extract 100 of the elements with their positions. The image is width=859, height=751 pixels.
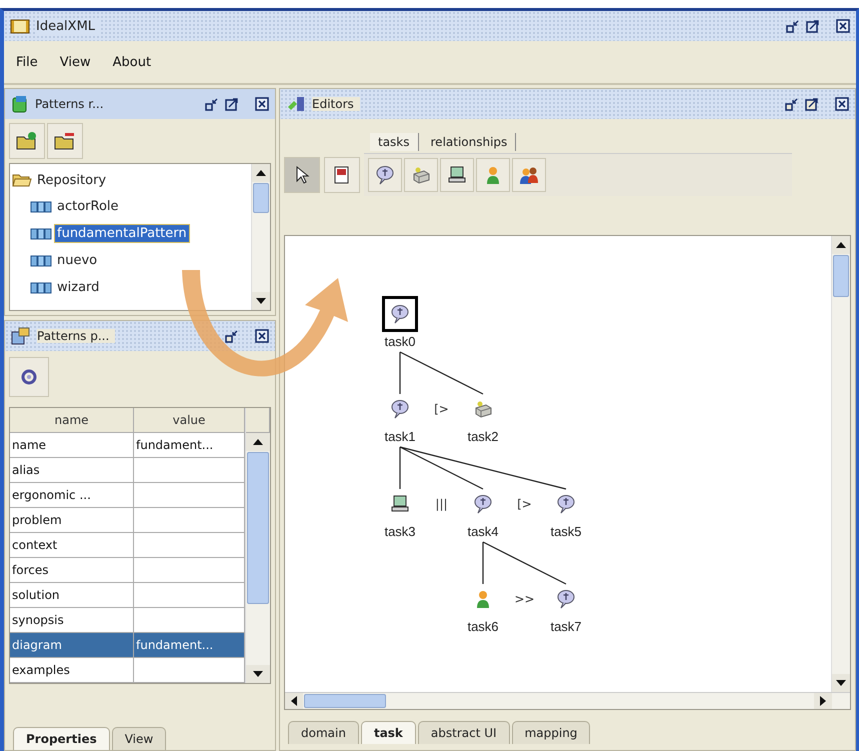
remove-folder-button[interactable]: [47, 123, 83, 159]
tab[interactable]: relationships: [422, 133, 516, 151]
operator-label: [>: [434, 402, 449, 416]
maximize-icon[interactable]: [806, 19, 820, 33]
minimize-icon[interactable]: [786, 19, 800, 33]
tool-button[interactable]: [284, 157, 320, 193]
scroll-button[interactable]: [252, 292, 270, 310]
tree-item[interactable]: wizard: [55, 279, 102, 296]
scroll-up-icon[interactable]: [836, 242, 846, 248]
close-icon[interactable]: [835, 97, 849, 111]
table-cell[interactable]: fundament...: [134, 633, 245, 658]
palette-button[interactable]: [512, 158, 546, 192]
tab[interactable]: View: [112, 727, 166, 750]
scroll-left-icon[interactable]: [291, 696, 297, 706]
task-label: task1: [384, 429, 416, 444]
scrollbar[interactable]: [285, 692, 850, 709]
palette-button[interactable]: [440, 158, 474, 192]
scroll-right-icon[interactable]: [820, 696, 826, 706]
scroll-button[interactable]: [832, 674, 850, 692]
tree-item[interactable]: Repository: [35, 172, 108, 188]
scroll-up-icon[interactable]: [253, 439, 263, 445]
menu-item[interactable]: View: [60, 54, 91, 70]
minimize-icon[interactable]: [785, 97, 799, 111]
scroll-button[interactable]: [246, 665, 270, 683]
table-cell[interactable]: [134, 558, 245, 583]
scroll-button[interactable]: [832, 236, 850, 254]
tab[interactable]: abstract UI: [418, 721, 510, 744]
scroll-button[interactable]: [285, 693, 303, 709]
refresh-button[interactable]: [9, 357, 49, 397]
table-cell[interactable]: [134, 458, 245, 483]
tab[interactable]: domain: [288, 721, 359, 744]
panel-title: Editors: [312, 97, 360, 111]
column-header: [246, 408, 270, 433]
table-cell[interactable]: diagram: [10, 633, 134, 658]
close-icon[interactable]: [255, 329, 269, 343]
scroll-up-icon[interactable]: [256, 170, 266, 176]
table-cell[interactable]: [134, 533, 245, 558]
scrollbar-thumb[interactable]: [253, 183, 269, 213]
pattern-icon: [30, 254, 52, 268]
close-icon[interactable]: [255, 97, 269, 111]
table-cell[interactable]: [134, 508, 245, 533]
task-label: task2: [467, 429, 499, 444]
scroll-down-icon[interactable]: [256, 298, 266, 304]
task-label: task6: [467, 619, 499, 634]
tree-item[interactable]: fundamentalPattern: [55, 225, 189, 242]
scrollbar-thumb[interactable]: [247, 452, 269, 604]
scroll-down-icon[interactable]: [253, 671, 263, 677]
task-node[interactable]: [382, 296, 418, 332]
scrollbar-thumb[interactable]: [304, 694, 386, 708]
table-cell[interactable]: alias: [10, 458, 134, 483]
scrollbar[interactable]: [251, 164, 270, 310]
menu-item[interactable]: About: [112, 54, 152, 70]
close-icon[interactable]: [836, 19, 850, 33]
book-icon: [10, 18, 30, 34]
scrollbar[interactable]: [831, 236, 850, 692]
tab[interactable]: tasks: [370, 133, 419, 151]
table-cell[interactable]: [134, 483, 245, 508]
editors-icon: [286, 95, 306, 113]
table-cell[interactable]: context: [10, 533, 134, 558]
table-cell[interactable]: examples: [10, 658, 134, 683]
tree-item[interactable]: actorRole: [55, 198, 121, 215]
computer-icon: [390, 494, 410, 514]
table-cell[interactable]: forces: [10, 558, 134, 583]
minimize-icon[interactable]: [205, 97, 219, 111]
scroll-button[interactable]: [252, 164, 270, 182]
open-folder-button[interactable]: [9, 123, 45, 159]
tab[interactable]: Properties: [13, 727, 110, 750]
tree-item[interactable]: nuevo: [55, 252, 100, 269]
maximize-icon[interactable]: [805, 97, 819, 111]
scroll-button[interactable]: [246, 433, 270, 451]
column-header[interactable]: name: [10, 408, 134, 433]
table-cell[interactable]: name: [10, 433, 134, 458]
table-cell[interactable]: problem: [10, 508, 134, 533]
tab[interactable]: task: [360, 721, 416, 744]
tool-button[interactable]: [324, 157, 360, 193]
table-cell[interactable]: [134, 583, 245, 608]
palette-button[interactable]: [368, 158, 402, 192]
pattern-icon: [30, 226, 52, 240]
minimize-icon[interactable]: [225, 329, 239, 343]
machine-icon: [473, 399, 493, 419]
menu-item[interactable]: File: [16, 54, 38, 70]
repository-icon: [11, 95, 29, 113]
window-title: IdealXML: [36, 18, 102, 34]
scrollbar[interactable]: [245, 408, 270, 683]
scroll-button[interactable]: [814, 693, 832, 709]
speech-bubble-icon: [556, 589, 576, 609]
table-cell[interactable]: fundament...: [134, 433, 245, 458]
maximize-icon[interactable]: [225, 97, 239, 111]
table-cell[interactable]: solution: [10, 583, 134, 608]
palette-button[interactable]: [404, 158, 438, 192]
table-cell[interactable]: [134, 608, 245, 633]
table-cell[interactable]: ergonomic ...: [10, 483, 134, 508]
table-cell[interactable]: [134, 658, 245, 683]
task-label: task5: [550, 524, 582, 539]
scroll-down-icon[interactable]: [836, 680, 846, 686]
tab[interactable]: mapping: [512, 721, 590, 744]
scrollbar-thumb[interactable]: [833, 255, 849, 297]
table-cell[interactable]: synopsis: [10, 608, 134, 633]
properties-icon: [11, 327, 31, 345]
column-header[interactable]: value: [134, 408, 245, 433]
